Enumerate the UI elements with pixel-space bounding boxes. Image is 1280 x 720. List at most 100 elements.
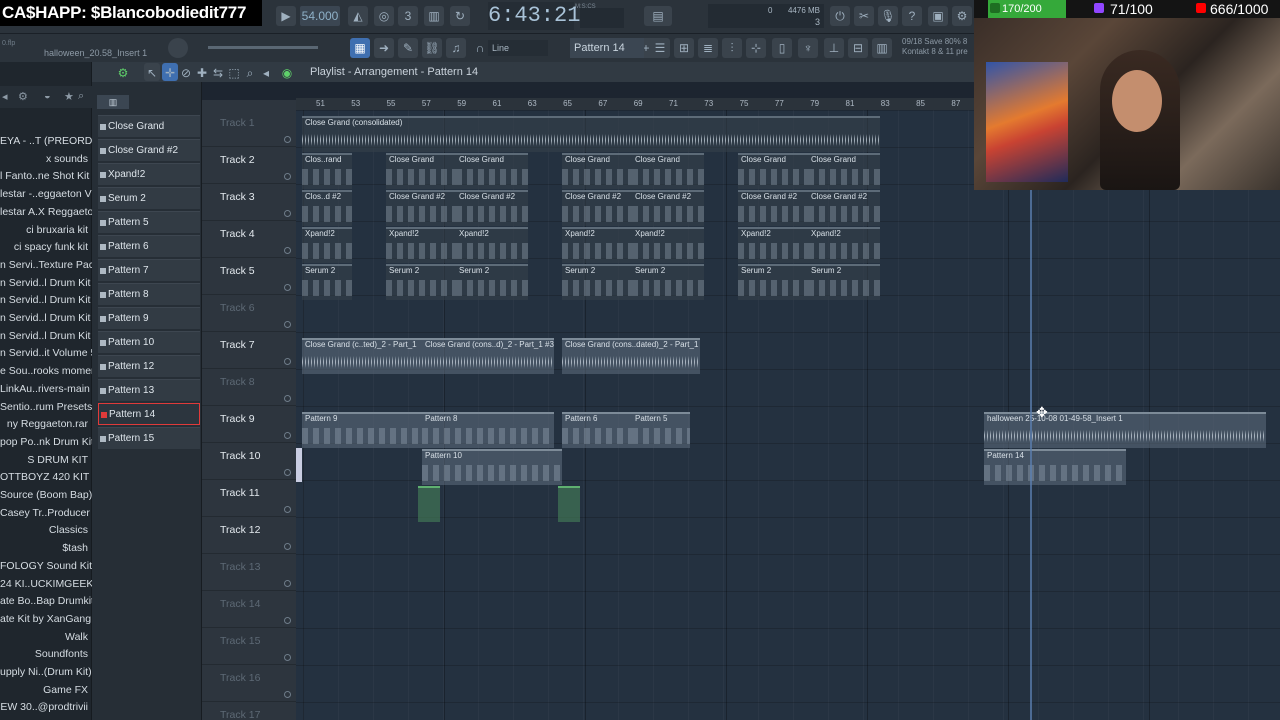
- track-header[interactable]: Track 8: [202, 369, 296, 406]
- track-header[interactable]: Track 13: [202, 554, 296, 591]
- pattern-clip[interactable]: Serum 2: [632, 264, 704, 300]
- track-mute-led[interactable]: [284, 617, 291, 624]
- link-icon[interactable]: ⛓: [422, 38, 442, 58]
- mic-icon[interactable]: 🎙: [878, 6, 898, 26]
- track-mute-led[interactable]: [284, 395, 291, 402]
- track-mute-led[interactable]: [284, 654, 291, 661]
- track-header[interactable]: Track 6: [202, 295, 296, 332]
- track-header[interactable]: Track 4: [202, 221, 296, 258]
- pattern-clip[interactable]: Xpand!2: [456, 227, 528, 263]
- pattern-item[interactable]: Pattern 8: [98, 283, 200, 305]
- browser-item[interactable]: n Servid..l Drum Kit 5: [0, 309, 92, 327]
- play-icon[interactable]: ▶: [276, 6, 296, 26]
- pattern-clip[interactable]: Xpand!2: [632, 227, 704, 263]
- step-edit-icon[interactable]: ▥: [424, 6, 444, 26]
- pointer-tool-icon[interactable]: ✛: [162, 63, 178, 81]
- track-header[interactable]: Track 17: [202, 702, 296, 720]
- pattern-clip[interactable]: Serum 2: [302, 264, 352, 300]
- pattern-clip[interactable]: Pattern 6: [562, 412, 632, 448]
- track-header[interactable]: Track 3: [202, 184, 296, 221]
- plugin-icon[interactable]: ♆: [798, 38, 818, 58]
- channel-rack-icon[interactable]: ≣: [698, 38, 718, 58]
- playlist-window-icon[interactable]: ◉: [278, 63, 296, 81]
- track-header[interactable]: Track 12: [202, 517, 296, 554]
- pattern-clip[interactable]: Serum 2: [562, 264, 632, 300]
- browser-item[interactable]: n Servid..l Drum Kit 4: [0, 291, 92, 309]
- browser-item[interactable]: Walk: [0, 628, 92, 646]
- pattern-item[interactable]: Pattern 5: [98, 211, 200, 233]
- browser-item[interactable]: pop Po..nk Drum Kit: [0, 433, 92, 451]
- pencil-icon[interactable]: ✎: [398, 38, 418, 58]
- browser-item[interactable]: n Servid..it Volume 5: [0, 344, 92, 362]
- browser-item[interactable]: ate Kit by XanGang: [0, 610, 92, 628]
- pattern-clip[interactable]: Serum 2: [738, 264, 808, 300]
- master-pitch-slider[interactable]: [208, 46, 318, 49]
- pattern-item[interactable]: Pattern 7: [98, 259, 200, 281]
- browser-item[interactable]: upply Ni..(Drum Kit): [0, 663, 92, 681]
- slice-tool-icon[interactable]: ✚: [194, 63, 210, 81]
- settings-icon[interactable]: ⚙: [952, 6, 972, 26]
- piano-roll-icon[interactable]: ▦: [350, 38, 370, 58]
- browser-item[interactable]: OTTBOYZ 420 KIT: [0, 468, 92, 486]
- pattern-clip[interactable]: Close Grand: [456, 153, 528, 189]
- mute-tool-icon[interactable]: ⊘: [178, 63, 194, 81]
- track-mute-led[interactable]: [284, 247, 291, 254]
- track-header[interactable]: Track 9: [202, 406, 296, 443]
- master-volume-knob[interactable]: [168, 38, 188, 58]
- pattern-item[interactable]: Xpand!2: [98, 163, 200, 185]
- pattern-item[interactable]: Pattern 10: [98, 331, 200, 353]
- mixer-icon[interactable]: ⊞: [674, 38, 694, 58]
- arrow-right-icon[interactable]: ➜: [374, 38, 394, 58]
- track-mute-led[interactable]: [284, 469, 291, 476]
- pattern-clip[interactable]: Close Grand #2: [632, 190, 704, 226]
- pattern-clip[interactable]: Serum 2: [456, 264, 528, 300]
- select-tool-icon[interactable]: ↖: [144, 63, 160, 81]
- browser-item[interactable]: ci spacy funk kit: [0, 238, 92, 256]
- browser-item[interactable]: ny Reggaeton.rar: [0, 415, 92, 433]
- track-mute-led[interactable]: [284, 284, 291, 291]
- browser-item[interactable]: x sounds: [0, 150, 92, 168]
- magnet-icon[interactable]: ∩: [470, 38, 490, 58]
- pattern-clip[interactable]: Xpand!2: [562, 227, 632, 263]
- browser-item[interactable]: lestar -..eggaeton V2: [0, 185, 92, 203]
- pattern-clip[interactable]: [418, 486, 440, 522]
- playback-tool-icon[interactable]: ◂: [258, 63, 274, 81]
- select-area-icon[interactable]: ⬚: [226, 63, 242, 81]
- search-icon[interactable]: ⌕: [78, 90, 84, 103]
- browser-item[interactable]: Sentio..rum Presets: [0, 398, 92, 416]
- wait-record-icon[interactable]: ◎: [374, 6, 394, 26]
- help-icon[interactable]: ?: [902, 6, 922, 26]
- playlist-icon[interactable]: ☰: [650, 38, 670, 58]
- track-mute-led[interactable]: [284, 136, 291, 143]
- playhead[interactable]: [1030, 110, 1032, 720]
- track-mute-led[interactable]: [284, 506, 291, 513]
- pattern-clip[interactable]: Serum 2: [386, 264, 456, 300]
- pattern-clip[interactable]: Clos..d #2: [302, 190, 352, 226]
- save-icon[interactable]: ▣: [928, 6, 948, 26]
- browser-item[interactable]: l Fanto..ne Shot Kit: [0, 167, 92, 185]
- audio-clip[interactable]: halloween 25-10-08 01-49-58_Insert 1: [984, 412, 1266, 448]
- time-display[interactable]: 6:43:21: [488, 2, 580, 30]
- metronome-icon[interactable]: ◭: [348, 6, 368, 26]
- track-header[interactable]: Track 14: [202, 591, 296, 628]
- browser-item[interactable]: LinkAu..rivers-main: [0, 380, 92, 398]
- settings-icon-browser[interactable]: ⚙: [18, 90, 28, 103]
- browser-item[interactable]: Source (Boom Bap): [0, 486, 92, 504]
- picker-header[interactable]: ▥: [97, 95, 129, 109]
- browser-item[interactable]: n Servid..l Drum Kit 6: [0, 327, 92, 345]
- pattern-item[interactable]: Pattern 13: [98, 379, 200, 401]
- pattern-clip[interactable]: Close Grand: [562, 153, 632, 189]
- track-header[interactable]: Track 1: [202, 110, 296, 147]
- back-icon[interactable]: ◂: [2, 90, 8, 103]
- pattern-clip[interactable]: Close Grand #2: [738, 190, 808, 226]
- pattern-clip[interactable]: Pattern 5: [632, 412, 690, 448]
- pattern-clip[interactable]: Close Grand #2: [562, 190, 632, 226]
- browser-item[interactable]: $tash: [0, 539, 92, 557]
- browser-item[interactable]: n Servid..l Drum Kit 1: [0, 274, 92, 292]
- track-header[interactable]: Track 7: [202, 332, 296, 369]
- track-header[interactable]: Track 15: [202, 628, 296, 665]
- browser-item[interactable]: ci bruxaria kit: [0, 221, 92, 239]
- pattern-clip[interactable]: Clos..rand: [302, 153, 352, 189]
- countdown-icon[interactable]: 3: [398, 6, 418, 26]
- track-mute-led[interactable]: [284, 321, 291, 328]
